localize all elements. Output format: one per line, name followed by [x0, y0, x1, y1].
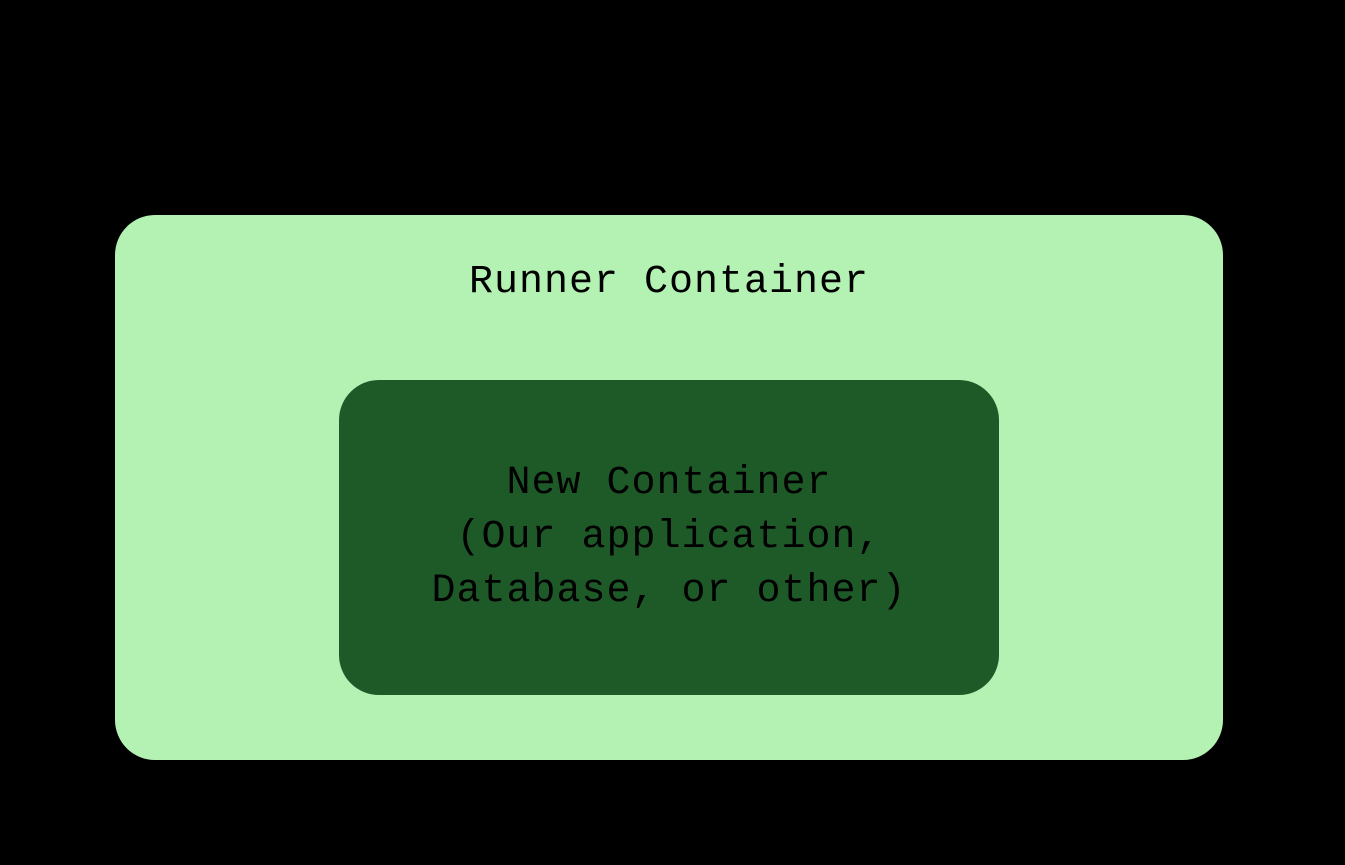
new-container-line1: New Container [506, 461, 831, 506]
new-container-line3: Database, or other) [431, 569, 906, 614]
runner-container-box: Runner Container New Container (Our appl… [115, 215, 1223, 760]
new-container-label: New Container (Our application, Database… [431, 457, 906, 619]
new-container-line2: (Our application, [456, 515, 881, 560]
new-container-box: New Container (Our application, Database… [339, 380, 999, 695]
runner-container-label: Runner Container [469, 260, 869, 305]
